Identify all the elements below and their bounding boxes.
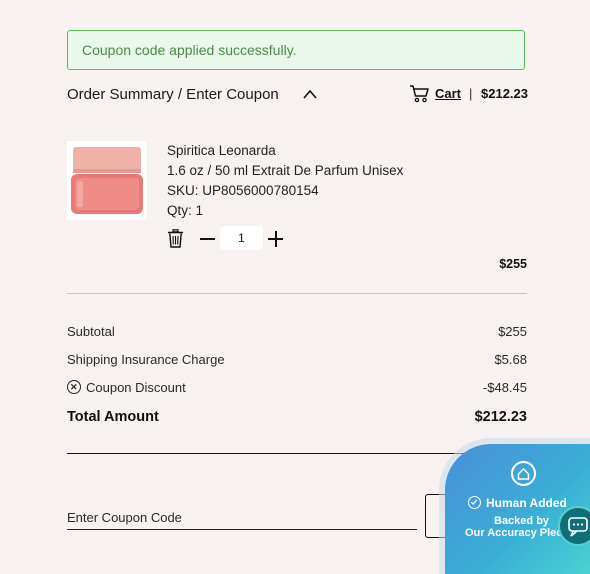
product-qty-label: Qty: 1 [167, 202, 203, 220]
divider [67, 453, 527, 454]
check-circle-icon [468, 496, 481, 509]
coupon-success-alert: Coupon code applied successfully. [67, 30, 525, 70]
product-sku: SKU: UP8056000780154 [167, 182, 319, 200]
product-description: 1.6 oz / 50 ml Extrait De Parfum Unisex [167, 162, 403, 180]
coupon-discount-label: Coupon Discount [86, 380, 186, 396]
shield-home-icon [511, 461, 536, 486]
total-amount-label: Total Amount [67, 409, 159, 425]
product-line-price: $255 [499, 257, 527, 271]
cart-separator: | [469, 86, 472, 102]
total-amount-value: $212.23 [475, 409, 527, 425]
cart-icon[interactable] [409, 84, 430, 103]
order-summary-toggle-label[interactable]: Order Summary / Enter Coupon [67, 86, 279, 104]
product-image[interactable] [67, 141, 147, 220]
chat-icon[interactable] [560, 508, 590, 544]
subtotal-value: $255 [498, 324, 527, 340]
quantity-input[interactable]: 1 [220, 226, 263, 250]
shipping-insurance-value: $5.68 [494, 352, 527, 368]
remove-coupon-icon[interactable] [67, 380, 81, 394]
chevron-up-icon[interactable] [302, 87, 318, 101]
product-name[interactable]: Spiritica Leonarda [167, 142, 276, 160]
cart-total: $212.23 [481, 86, 528, 102]
cart-link[interactable]: Cart [435, 86, 461, 102]
coupon-code-input[interactable] [67, 506, 417, 530]
subtotal-label: Subtotal [67, 324, 115, 340]
chat-widget-button[interactable] [558, 506, 590, 546]
divider [67, 293, 527, 294]
coupon-discount-value: -$48.45 [483, 380, 527, 396]
badge-title: Human Added [486, 496, 567, 510]
trash-icon[interactable] [167, 229, 184, 248]
shipping-insurance-label: Shipping Insurance Charge [67, 352, 225, 368]
decrease-quantity-button[interactable] [200, 238, 215, 240]
plus-icon[interactable] [275, 231, 277, 247]
